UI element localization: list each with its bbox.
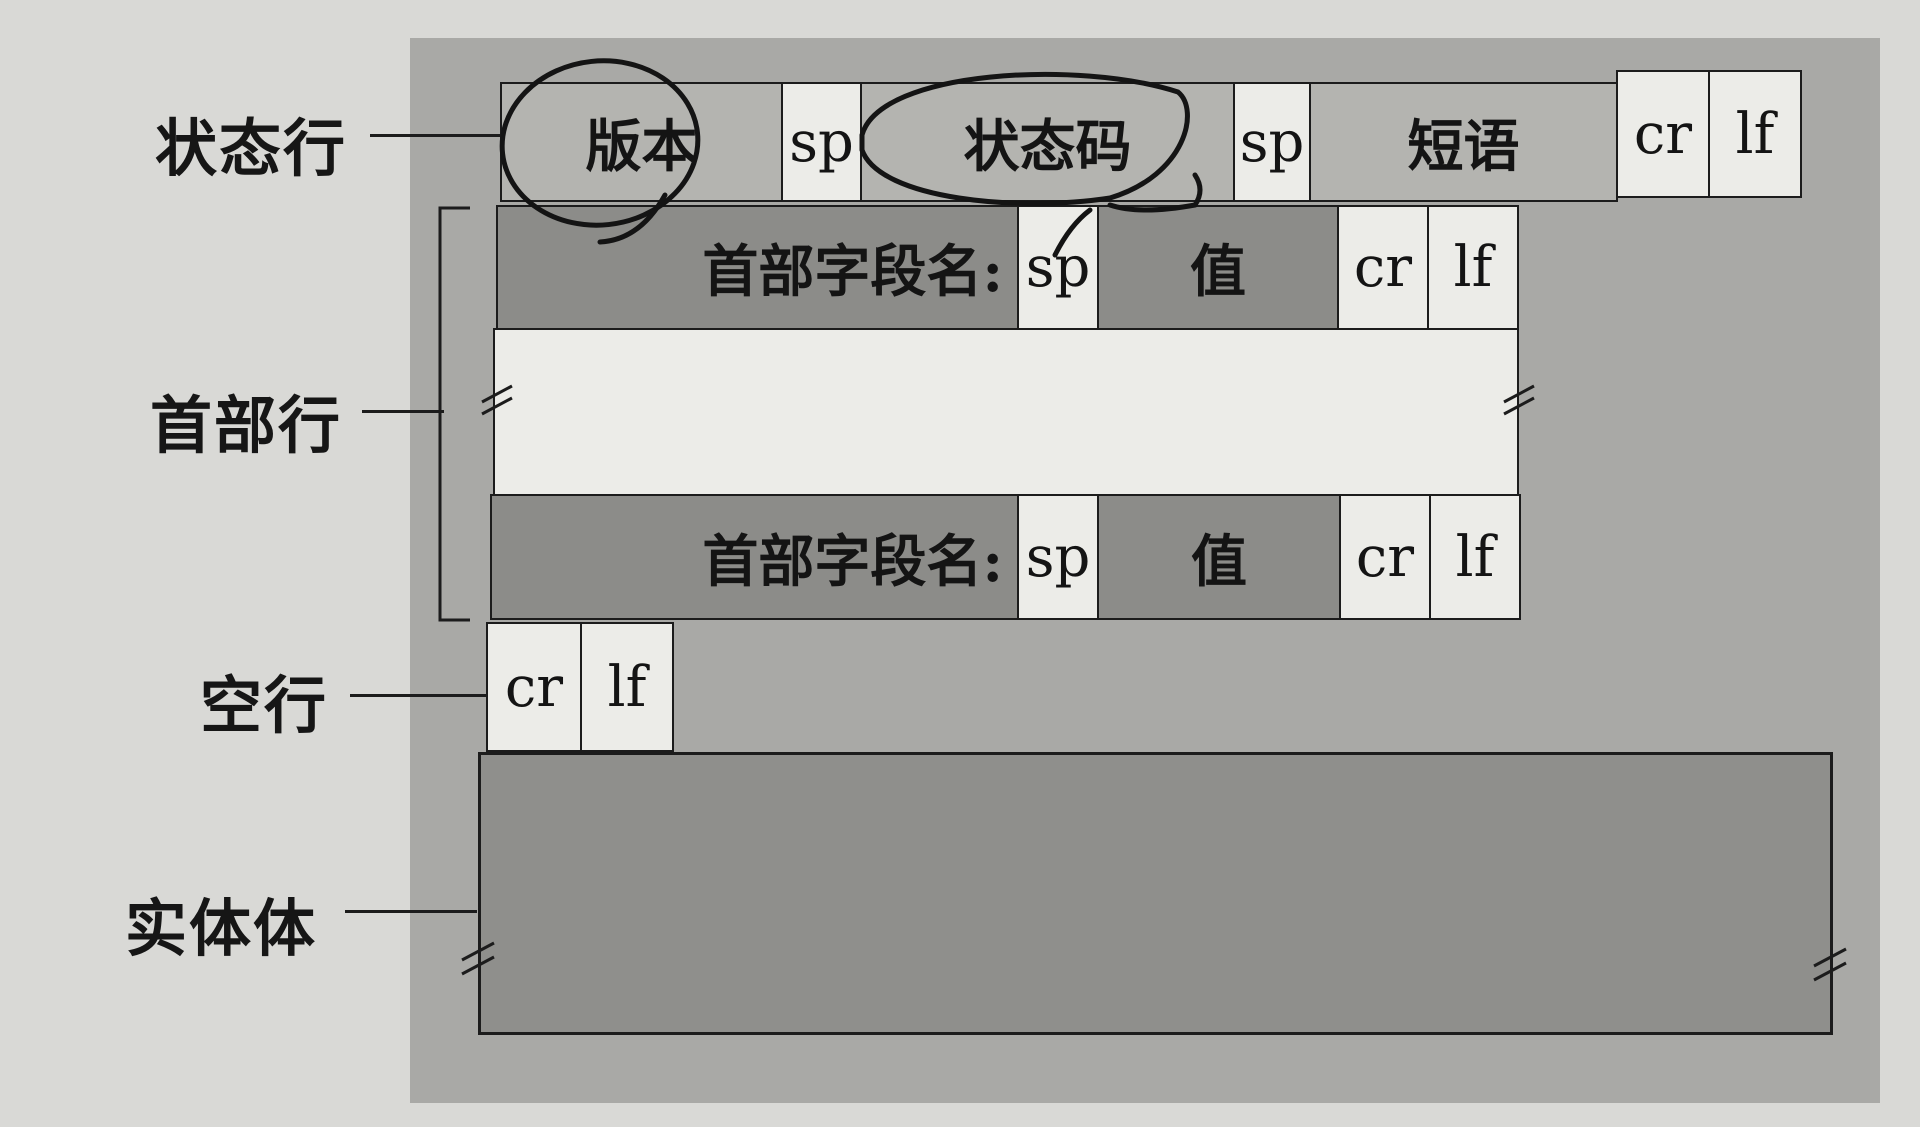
header-lines-bracket (438, 206, 470, 622)
diagram-overlay (438, 58, 1847, 982)
break-mark-body-left (461, 941, 495, 976)
version-circle-annotation (499, 58, 701, 245)
http-response-format-diagram: 状态行 首部行 空行 实体体 版本 sp 状态码 sp 短语 cr lf 首部字… (0, 0, 1920, 1127)
break-mark-header-left (481, 384, 513, 416)
status-code-circle-annotation (859, 71, 1203, 258)
break-mark-header-right (1503, 384, 1535, 416)
break-mark-body-right (1813, 947, 1847, 982)
